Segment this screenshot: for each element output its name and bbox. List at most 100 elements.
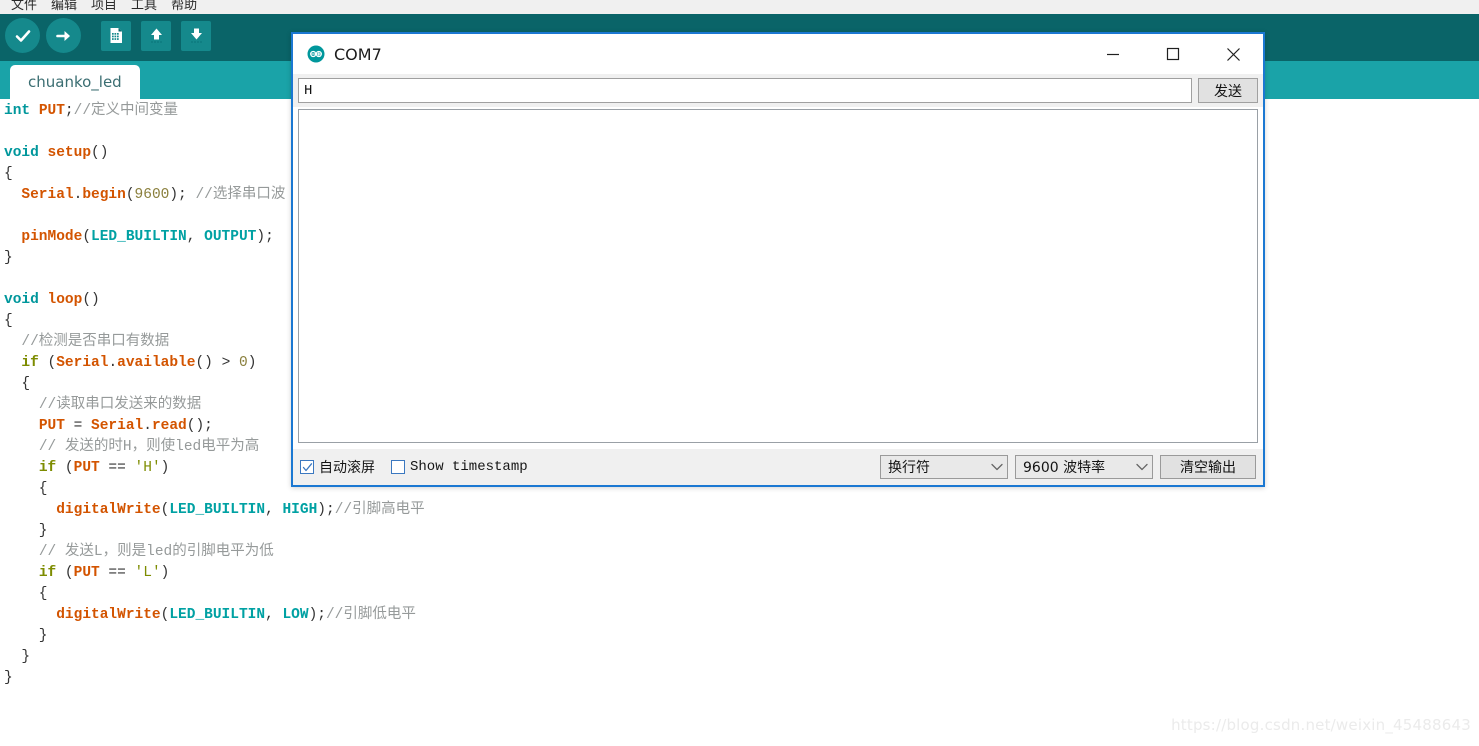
arrow-down-icon (190, 28, 202, 43)
code-line: { (4, 584, 425, 605)
verify-button[interactable] (5, 18, 40, 53)
code-token: == (99, 460, 135, 476)
code-token: ); (308, 607, 326, 623)
code-token: PUT (73, 460, 100, 476)
code-token: begin (82, 187, 126, 203)
new-button[interactable] (101, 20, 131, 51)
code-line: digitalWrite(LED_BUILTIN, HIGH);//引脚高电平 (4, 500, 425, 521)
code-token: ( (82, 229, 92, 245)
minimize-button[interactable] (1083, 34, 1143, 74)
code-token: () > (195, 355, 239, 371)
serial-output-area[interactable] (298, 109, 1258, 443)
code-token: } (4, 523, 48, 539)
baud-rate-select[interactable]: 9600 波特率 (1015, 455, 1153, 479)
code-token: read (151, 418, 187, 434)
upload-button[interactable] (46, 18, 81, 53)
code-token: //读取串口发送来的数据 (38, 397, 202, 413)
code-token: ( (125, 187, 135, 203)
maximize-button[interactable] (1143, 34, 1203, 74)
open-button[interactable] (141, 20, 171, 51)
clear-output-button[interactable]: 清空输出 (1160, 455, 1256, 479)
serial-monitor-titlebar[interactable]: COM7 (293, 34, 1263, 74)
code-token: if (38, 460, 57, 476)
code-line: } (4, 647, 425, 668)
chevron-down-icon (1136, 459, 1148, 475)
code-token: ); (169, 187, 196, 203)
close-button[interactable] (1203, 34, 1263, 74)
code-token: void (4, 292, 39, 308)
code-token: //选择串口波 (195, 187, 286, 203)
line-ending-select[interactable]: 换行符 (880, 455, 1008, 479)
checkmark-icon (302, 462, 312, 471)
menu-item-2[interactable]: 项目 (84, 0, 124, 14)
code-token: } (4, 649, 31, 665)
code-token: Serial (21, 187, 74, 203)
code-token: //定义中间变量 (73, 103, 179, 119)
screen: 文件 编辑 项目 工具 帮助 chuanko_led int PUT;//定义中… (0, 0, 1479, 746)
arrow-right-icon (55, 30, 70, 41)
code-token: if (21, 355, 39, 371)
code-token: { (4, 586, 48, 602)
code-line: } (4, 626, 425, 647)
code-token: } (4, 670, 13, 686)
code-token: digitalWrite (56, 607, 161, 623)
code-token: OUTPUT (204, 229, 257, 245)
menu-item-0[interactable]: 文件 (4, 0, 44, 14)
code-token: 'H' (134, 460, 161, 476)
autoscroll-checkbox[interactable]: 自动滚屏 (300, 457, 375, 477)
code-token: //引脚低电平 (325, 607, 416, 623)
minimize-icon (1107, 53, 1119, 56)
serial-send-input[interactable]: H (298, 78, 1192, 103)
code-token: //引脚高电平 (334, 502, 425, 518)
code-token: void (4, 145, 39, 161)
menu-item-3[interactable]: 工具 (124, 0, 164, 14)
save-button[interactable] (181, 20, 211, 51)
serial-monitor-title: COM7 (334, 44, 382, 64)
code-token: ); (317, 502, 335, 518)
menu-bar: 文件 编辑 项目 工具 帮助 (0, 0, 1479, 15)
code-token: { (4, 166, 13, 182)
code-token: ) (247, 355, 257, 371)
code-token: . (143, 418, 152, 434)
code-token: = (64, 418, 92, 434)
new-file-icon (110, 28, 122, 43)
send-button[interactable]: 发送 (1198, 78, 1258, 103)
show-timestamp-checkbox[interactable]: Show timestamp (391, 459, 528, 475)
code-token: PUT (73, 565, 100, 581)
sketch-tab-label: chuanko_led (28, 73, 122, 91)
code-token: if (38, 565, 57, 581)
code-token: PUT (38, 418, 65, 434)
code-token: ) (160, 460, 170, 476)
code-token: ( (56, 565, 74, 581)
code-line: // 发送L，则是led的引脚电平为低 (4, 542, 425, 563)
code-token: == (99, 565, 135, 581)
code-token: setup (47, 145, 92, 161)
code-token: //检测是否串口有数据 (21, 334, 170, 350)
menu-item-1[interactable]: 编辑 (44, 0, 84, 14)
baud-rate-value: 9600 波特率 (1023, 460, 1106, 476)
code-token: , (186, 229, 205, 245)
watermark: https://blog.csdn.net/weixin_45488643 (1171, 716, 1471, 734)
menu-item-4[interactable]: 帮助 (164, 0, 204, 14)
sketch-tab[interactable]: chuanko_led (10, 65, 140, 99)
code-token: // 发送的时H，则使led电平为高 (38, 439, 260, 455)
code-token: LED_BUILTIN (169, 502, 266, 518)
maximize-icon (1166, 47, 1180, 61)
code-token: 0 (238, 355, 248, 371)
autoscroll-label: 自动滚屏 (319, 460, 375, 476)
code-token: ; (64, 103, 74, 119)
code-token: () (91, 145, 109, 161)
code-token: ( (38, 355, 57, 371)
serial-input-row: H 发送 (293, 74, 1263, 107)
serial-monitor-window: COM7 H 发送 自动滚屏 Show timestamp 换行符 9600 波… (291, 32, 1265, 487)
